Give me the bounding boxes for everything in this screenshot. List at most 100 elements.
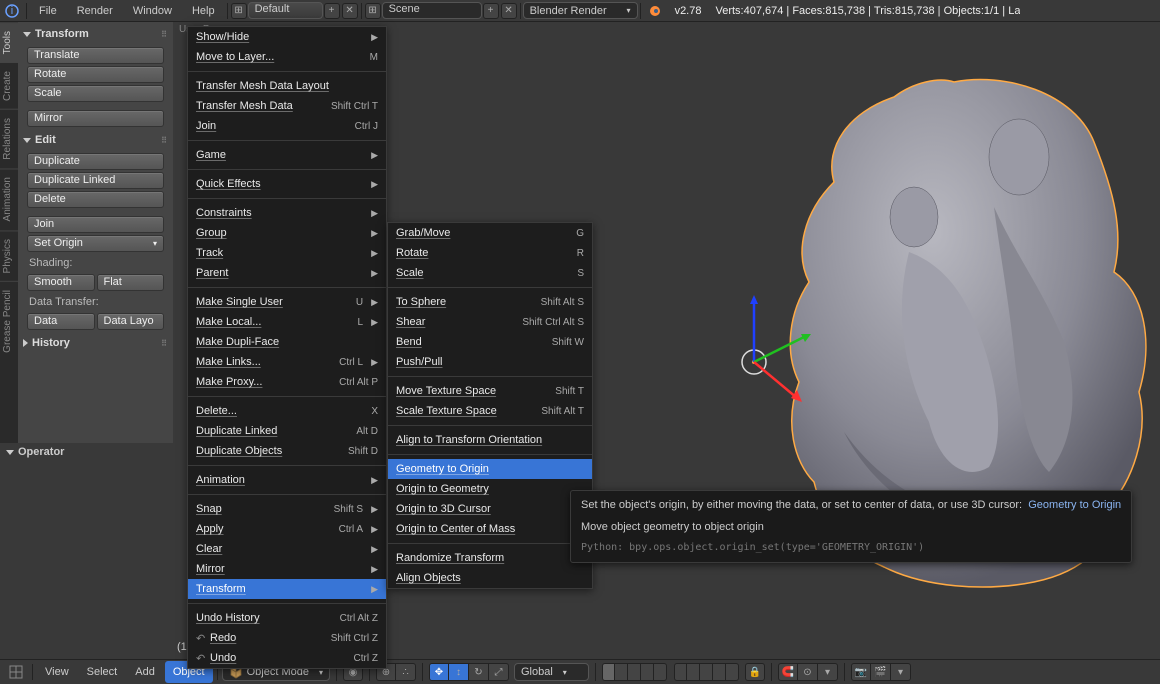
scene-input[interactable]: Scene: [382, 2, 482, 19]
layout-browse-button[interactable]: ⊞: [231, 3, 247, 19]
menu-item-transfer-mesh-data-layout[interactable]: Transfer Mesh Data Layout: [188, 76, 386, 96]
menu-file[interactable]: File: [29, 0, 67, 22]
transform-panel-header[interactable]: Transform⠿: [21, 25, 170, 43]
scale-button[interactable]: Scale: [27, 85, 164, 102]
menu-help[interactable]: Help: [182, 0, 225, 22]
menu-item-apply[interactable]: ApplyCtrl A▶: [188, 519, 386, 539]
menu-item-mirror[interactable]: Mirror▶: [188, 559, 386, 579]
tab-tools[interactable]: Tools: [0, 22, 18, 62]
tab-relations[interactable]: Relations: [0, 109, 18, 168]
menu-item-make-single-user[interactable]: Make Single UserU▶: [188, 292, 386, 312]
duplicate-linked-button[interactable]: Duplicate Linked: [27, 172, 164, 189]
menu-item-transform[interactable]: Transform▶: [188, 579, 386, 599]
submenu-item-align-to-transform-orientation[interactable]: Align to Transform Orientation: [388, 430, 592, 450]
menu-item-game[interactable]: Game▶: [188, 145, 386, 165]
snap-element[interactable]: ⊙: [798, 663, 818, 681]
menu-view[interactable]: View: [37, 661, 77, 683]
manipulator-translate[interactable]: ↕: [449, 663, 469, 681]
lock-layers-button[interactable]: 🔒: [745, 663, 765, 681]
tab-animation[interactable]: Animation: [0, 168, 18, 229]
menu-item-redo[interactable]: ↶RedoShift Ctrl Z: [188, 628, 386, 648]
submenu-item-grab-move[interactable]: Grab/MoveG: [388, 223, 592, 243]
submenu-item-scale-texture-space[interactable]: Scale Texture SpaceShift Alt T: [388, 401, 592, 421]
opengl-options-button[interactable]: ▾: [891, 663, 911, 681]
menu-item-track[interactable]: Track▶: [188, 243, 386, 263]
menu-item-quick-effects[interactable]: Quick Effects▶: [188, 174, 386, 194]
submenu-item-geometry-to-origin[interactable]: Geometry to Origin: [388, 459, 592, 479]
layer-button[interactable]: [615, 663, 628, 681]
history-panel-header[interactable]: History⠿: [21, 334, 170, 352]
menu-render[interactable]: Render: [67, 0, 123, 22]
menu-item-group[interactable]: Group▶: [188, 223, 386, 243]
rotate-button[interactable]: Rotate: [27, 66, 164, 83]
layer-button[interactable]: [674, 663, 687, 681]
submenu-item-randomize-transform[interactable]: Randomize Transform: [388, 548, 592, 568]
manipulator-rotate[interactable]: ↻: [469, 663, 489, 681]
delete-button[interactable]: Delete: [27, 191, 164, 208]
transform-gizmo[interactable]: [729, 290, 849, 410]
submenu-item-to-sphere[interactable]: To SphereShift Alt S: [388, 292, 592, 312]
menu-item-show-hide[interactable]: Show/Hide▶: [188, 27, 386, 47]
menu-item-join[interactable]: JoinCtrl J: [188, 116, 386, 136]
menu-item-delete-[interactable]: Delete...X: [188, 401, 386, 421]
snap-target[interactable]: ▾: [818, 663, 838, 681]
menu-item-snap[interactable]: SnapShift S▶: [188, 499, 386, 519]
submenu-item-push-pull[interactable]: Push/Pull: [388, 352, 592, 372]
menu-item-make-dupli-face[interactable]: Make Dupli-Face: [188, 332, 386, 352]
manipulator-scale[interactable]: ⤢: [489, 663, 509, 681]
layer-button[interactable]: [654, 663, 667, 681]
tab-physics[interactable]: Physics: [0, 230, 18, 281]
submenu-item-scale[interactable]: ScaleS: [388, 263, 592, 283]
menu-item-undo[interactable]: ↶UndoCtrl Z: [188, 648, 386, 668]
layer-button[interactable]: [713, 663, 726, 681]
manipulate-center-button[interactable]: ∴: [396, 663, 416, 681]
layout-remove-button[interactable]: ✕: [342, 3, 358, 19]
submenu-item-origin-to-geometry[interactable]: Origin to Geometry: [388, 479, 592, 499]
menu-item-animation[interactable]: Animation▶: [188, 470, 386, 490]
menu-item-undo-history[interactable]: Undo HistoryCtrl Alt Z: [188, 608, 386, 628]
opengl-render-anim-button[interactable]: 🎬: [871, 663, 891, 681]
submenu-item-rotate[interactable]: RotateR: [388, 243, 592, 263]
opengl-render-button[interactable]: 📷: [851, 663, 871, 681]
join-button[interactable]: Join: [27, 216, 164, 233]
scene-browse-button[interactable]: ⊞: [365, 3, 381, 19]
smooth-button[interactable]: Smooth: [27, 274, 95, 291]
layout-input[interactable]: Default: [248, 2, 323, 19]
layer-button[interactable]: [726, 663, 739, 681]
flat-button[interactable]: Flat: [97, 274, 165, 291]
menu-item-constraints[interactable]: Constraints▶: [188, 203, 386, 223]
menu-window[interactable]: Window: [123, 0, 182, 22]
operator-header[interactable]: Operator: [0, 443, 173, 461]
scene-add-button[interactable]: +: [483, 3, 499, 19]
layer-button[interactable]: [700, 663, 713, 681]
mirror-button[interactable]: Mirror: [27, 110, 164, 127]
manipulator-toggle[interactable]: ✥: [429, 663, 449, 681]
snap-toggle[interactable]: 🧲: [778, 663, 798, 681]
data-layout-button[interactable]: Data Layo: [97, 313, 165, 330]
duplicate-button[interactable]: Duplicate: [27, 153, 164, 170]
menu-item-move-to-layer-[interactable]: Move to Layer...M: [188, 47, 386, 67]
menu-item-parent[interactable]: Parent▶: [188, 263, 386, 283]
orientation-select[interactable]: Global▾: [514, 663, 589, 681]
submenu-item-bend[interactable]: BendShift W: [388, 332, 592, 352]
editor-type-icon[interactable]: [4, 661, 28, 683]
set-origin-button[interactable]: Set Origin▾: [27, 235, 164, 252]
menu-item-duplicate-linked[interactable]: Duplicate LinkedAlt D: [188, 421, 386, 441]
menu-item-clear[interactable]: Clear▶: [188, 539, 386, 559]
menu-item-make-proxy-[interactable]: Make Proxy...Ctrl Alt P: [188, 372, 386, 392]
translate-button[interactable]: Translate: [27, 47, 164, 64]
render-engine-select[interactable]: Blender Render▾: [523, 2, 638, 19]
submenu-item-origin-to-center-of-mass[interactable]: Origin to Center of Mass: [388, 519, 592, 539]
layer-button[interactable]: [687, 663, 700, 681]
layer-button[interactable]: [641, 663, 654, 681]
layout-add-button[interactable]: +: [324, 3, 340, 19]
scene-remove-button[interactable]: ✕: [501, 3, 517, 19]
menu-select[interactable]: Select: [79, 661, 126, 683]
submenu-item-shear[interactable]: ShearShift Ctrl Alt S: [388, 312, 592, 332]
tab-grease-pencil[interactable]: Grease Pencil: [0, 281, 18, 361]
layer-button[interactable]: [628, 663, 641, 681]
menu-item-transfer-mesh-data[interactable]: Transfer Mesh DataShift Ctrl T: [188, 96, 386, 116]
menu-item-make-local-[interactable]: Make Local...L▶: [188, 312, 386, 332]
edit-panel-header[interactable]: Edit⠿: [21, 131, 170, 149]
submenu-item-move-texture-space[interactable]: Move Texture SpaceShift T: [388, 381, 592, 401]
